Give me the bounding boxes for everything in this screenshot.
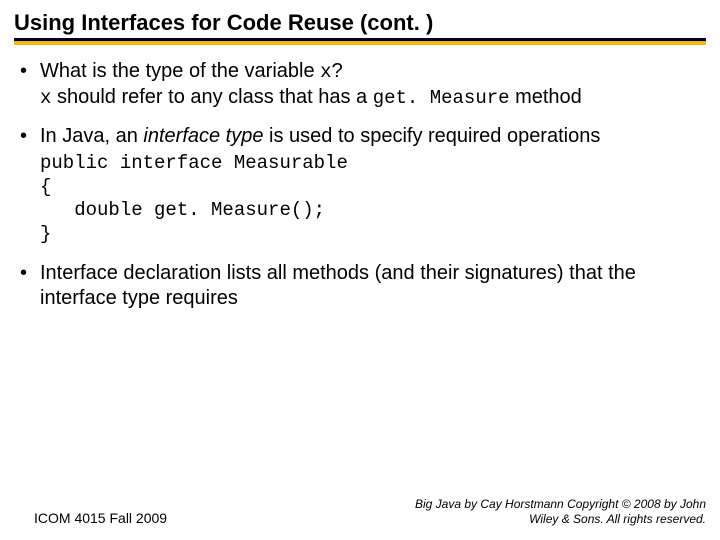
bullet-2: • In Java, an interface type is used to … [20, 124, 700, 247]
bullet-mark: • [20, 261, 40, 312]
footer-right: Big Java by Cay Horstmann Copyright © 20… [386, 497, 706, 526]
bullet-1-line2: x should refer to any class that has a g… [40, 85, 700, 111]
code-inline: x [320, 61, 331, 83]
code-inline: get. Measure [373, 87, 510, 109]
bullet-body: Interface declaration lists all methods … [40, 261, 700, 312]
bullet-mark: • [20, 124, 40, 150]
slide-title: Using Interfaces for Code Reuse (cont. ) [14, 10, 706, 38]
text-emphasis: interface type [143, 125, 263, 147]
slide: Using Interfaces for Code Reuse (cont. )… [0, 0, 720, 540]
text: method [510, 86, 582, 108]
bullet-mark: • [20, 59, 40, 85]
bullet-body: What is the type of the variable x? [40, 59, 700, 85]
code-block: public interface Measurable { double get… [40, 152, 700, 247]
text: What is the type of the variable [40, 60, 320, 82]
text: should refer to any class that has a [51, 86, 372, 108]
text: In Java, an [40, 125, 143, 147]
code-inline: x [40, 87, 51, 109]
content-area: • What is the type of the variable x? x … [14, 45, 706, 312]
bullet-list: • What is the type of the variable x? x … [20, 59, 700, 312]
bullet-1: • What is the type of the variable x? x … [20, 59, 700, 110]
text: ? [332, 60, 343, 82]
bullet-3: • Interface declaration lists all method… [20, 261, 700, 312]
text: is used to specify required operations [263, 125, 600, 147]
footer: ICOM 4015 Fall 2009 Big Java by Cay Hors… [14, 497, 706, 526]
bullet-body: In Java, an interface type is used to sp… [40, 124, 700, 150]
footer-left: ICOM 4015 Fall 2009 [14, 510, 167, 526]
